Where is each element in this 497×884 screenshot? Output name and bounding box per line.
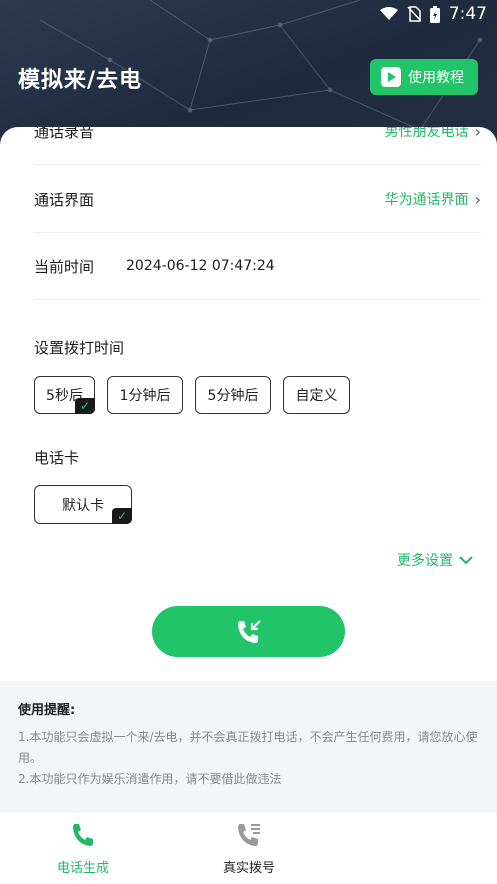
- record-row[interactable]: 通话录音 男性朋友电话 ›: [34, 127, 481, 165]
- current-time-row: 当前时间 2024-06-12 07:47:24: [34, 233, 481, 300]
- bottom-tab-bar: 电话生成 真实拨号: [0, 813, 497, 884]
- sim-option-label: 默认卡: [62, 497, 104, 514]
- dialpad-phone-icon: [238, 824, 260, 846]
- phone-icon: [73, 824, 93, 846]
- notice-title: 使用提醒:: [18, 703, 76, 718]
- check-icon: ✓: [75, 398, 95, 414]
- dial-option-label: 5分钟后: [207, 388, 259, 404]
- current-time-value: 2024-06-12 07:47:24: [126, 258, 275, 274]
- page-title: 模拟来/去电: [18, 68, 143, 93]
- chevron-right-icon: ›: [474, 127, 481, 141]
- check-icon: ✓: [112, 508, 132, 524]
- notice-body: 1.本功能只会虚拟一个来/去电，并不会真正拨打电话，不会产生任何费用，请您放心使…: [18, 727, 488, 790]
- call-ui-row[interactable]: 通话界面 华为通话界面 ›: [34, 166, 481, 233]
- clock: 7:47: [448, 4, 487, 24]
- dial-time-title: 设置拨打时间: [34, 339, 125, 357]
- record-value: 男性朋友电话: [384, 127, 469, 140]
- dial-option-5s[interactable]: 5秒后 ✓: [34, 376, 95, 414]
- call-button[interactable]: [152, 606, 345, 657]
- chevron-right-icon: ›: [474, 189, 481, 209]
- notice-line-2: 2.本功能只作为娱乐消遣作用，请不要借此做违法: [18, 772, 282, 786]
- dial-option-custom[interactable]: 自定义: [283, 376, 350, 414]
- tab-label: 电话生成: [56, 861, 109, 876]
- tutorial-button[interactable]: 使用教程: [370, 59, 478, 95]
- more-settings-button[interactable]: 更多设置: [397, 550, 473, 570]
- dial-option-label: 自定义: [295, 388, 338, 404]
- record-label: 通话录音: [34, 127, 95, 141]
- chevron-down-icon: [459, 555, 473, 564]
- call-ui-label: 通话界面: [34, 190, 95, 209]
- settings-card: 通话录音 男性朋友电话 › 通话界面 华为通话界面 › 当前时间 2024-06…: [0, 127, 497, 687]
- call-ui-value: 华为通话界面: [384, 192, 469, 208]
- tab-real-dial[interactable]: 真实拨号: [189, 821, 309, 876]
- dial-option-1m[interactable]: 1分钟后: [107, 376, 183, 414]
- dial-option-5m[interactable]: 5分钟后: [195, 376, 271, 414]
- status-bar: 7:47: [0, 0, 497, 28]
- tab-label: 真实拨号: [222, 861, 275, 876]
- notice-line-1: 1.本功能只会虚拟一个来/去电，并不会真正拨打电话，不会产生任何费用，请您放心使…: [18, 730, 478, 765]
- play-icon: [381, 67, 401, 87]
- battery-icon: [429, 5, 440, 23]
- sim-title: 电话卡: [34, 449, 80, 467]
- record-value-wrap: 男性朋友电话 ›: [385, 127, 481, 141]
- current-time-label: 当前时间: [34, 257, 95, 276]
- tab-call-generate[interactable]: 电话生成: [23, 821, 143, 876]
- dial-option-label: 1分钟后: [119, 388, 171, 404]
- call-ui-value-wrap: 华为通话界面 ›: [385, 189, 481, 209]
- incoming-call-icon: [237, 619, 261, 643]
- wifi-icon: [379, 7, 398, 20]
- usage-notice: 使用提醒: 1.本功能只会虚拟一个来/去电，并不会真正拨打电话，不会产生任何费用…: [0, 681, 497, 813]
- more-settings-label: 更多设置: [397, 553, 453, 569]
- no-sim-icon: [407, 6, 421, 22]
- sim-option-default[interactable]: 默认卡 ✓: [34, 485, 132, 524]
- tutorial-label: 使用教程: [408, 70, 464, 86]
